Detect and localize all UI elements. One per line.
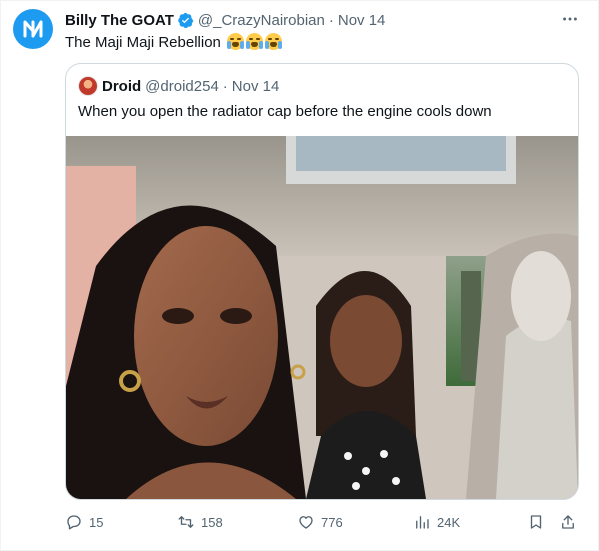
selfie-photo-illustration (66, 136, 578, 499)
author-display-name[interactable]: Billy The GOAT (65, 12, 174, 29)
verified-badge-icon[interactable] (177, 12, 194, 29)
like-count: 776 (321, 514, 343, 530)
loudly-crying-face-emoji (246, 33, 264, 50)
reply-count: 15 (89, 514, 104, 530)
views-icon (416, 516, 429, 529)
loudly-crying-face-emoji (265, 33, 283, 50)
quoted-tweet-date: Nov 14 (231, 77, 280, 95)
quoted-tweet-header: Droid @droid254 · Nov 14 (78, 76, 279, 96)
author-handle[interactable]: @_CrazyNairobian (198, 12, 325, 29)
quoted-tweet[interactable]: Droid @droid254 · Nov 14 When you open t… (65, 63, 579, 500)
tweet-date[interactable]: Nov 14 (338, 12, 386, 29)
tweet-text-container: The Maji Maji Rebellion (65, 33, 283, 53)
retweet-count: 158 (201, 514, 223, 530)
tweet-header: Billy The GOAT @_CrazyNairobian · Nov 14 (65, 10, 385, 30)
tweet[interactable]: Billy The GOAT @_CrazyNairobian · Nov 14… (0, 0, 599, 551)
retweet-icon (178, 516, 194, 528)
logo-icon (23, 20, 43, 38)
tweet-actions: 15 158 776 24K (65, 512, 579, 532)
quoted-author-handle: @droid254 (145, 77, 219, 95)
views-button[interactable]: 24K (413, 512, 460, 532)
heart-icon (299, 516, 313, 529)
header-separator: · (328, 11, 334, 29)
bookmark-icon (530, 515, 542, 529)
quoted-author-display-name: Droid (102, 77, 142, 95)
quoted-tweet-image[interactable] (66, 136, 578, 499)
more-options-icon[interactable] (558, 9, 582, 29)
loudly-crying-face-emoji (227, 33, 245, 50)
quoted-author-avatar (78, 76, 98, 96)
retweet-button[interactable]: 158 (177, 512, 223, 532)
quoted-header-separator: · (222, 77, 228, 95)
share-button[interactable] (559, 512, 583, 532)
bookmark-button[interactable] (527, 512, 551, 532)
quoted-tweet-text: When you open the radiator cap before th… (78, 103, 492, 120)
share-icon (562, 515, 574, 529)
author-avatar[interactable] (13, 9, 53, 49)
views-count: 24K (437, 514, 461, 530)
reply-button[interactable]: 15 (65, 512, 103, 532)
reply-icon (67, 515, 81, 530)
tweet-text: The Maji Maji Rebellion (65, 34, 221, 51)
like-button[interactable]: 776 (297, 512, 343, 532)
